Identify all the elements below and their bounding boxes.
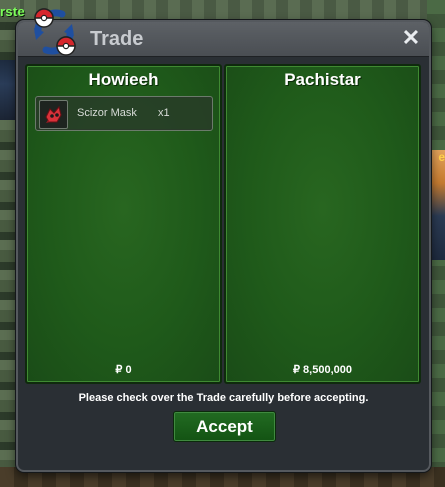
trade-panels: Howieeh Scizor Mask x1 ₽ 0 Pachistar ₽ 8…: [25, 64, 422, 384]
trade-notice: Please check over the Trade carefully be…: [78, 392, 369, 404]
item-slot[interactable]: Scizor Mask x1: [35, 96, 213, 131]
dialog-title: Trade: [90, 28, 144, 50]
background-player-sprite-right: [429, 150, 445, 260]
money-offer-right: ₽ 8,500,000: [293, 364, 352, 376]
background-nameplate-right: e: [438, 150, 445, 164]
offer-panel-left: Howieeh Scizor Mask x1 ₽ 0: [25, 64, 222, 384]
player-name-right: Pachistar: [284, 70, 361, 89]
close-button[interactable]: ✕: [399, 26, 423, 50]
player-name-left: Howieeh: [88, 70, 159, 89]
offer-panel-right: Pachistar ₽ 8,500,000: [224, 64, 421, 384]
background-player-sprite-left: [0, 60, 16, 120]
item-name: Scizor Mask: [77, 107, 137, 119]
trade-logo-icon: [34, 8, 76, 56]
scizor-mask-icon: [45, 105, 62, 123]
trade-dialog: Trade ✕ Howieeh Scizor Mask x1 ₽ 0 Pachi…: [16, 8, 431, 472]
accept-button[interactable]: Accept: [173, 411, 276, 442]
item-icon-frame: [39, 100, 68, 129]
money-offer-left: ₽ 0: [115, 364, 132, 376]
background-player-nameplate: rste: [0, 4, 26, 19]
item-quantity: x1: [158, 107, 170, 119]
